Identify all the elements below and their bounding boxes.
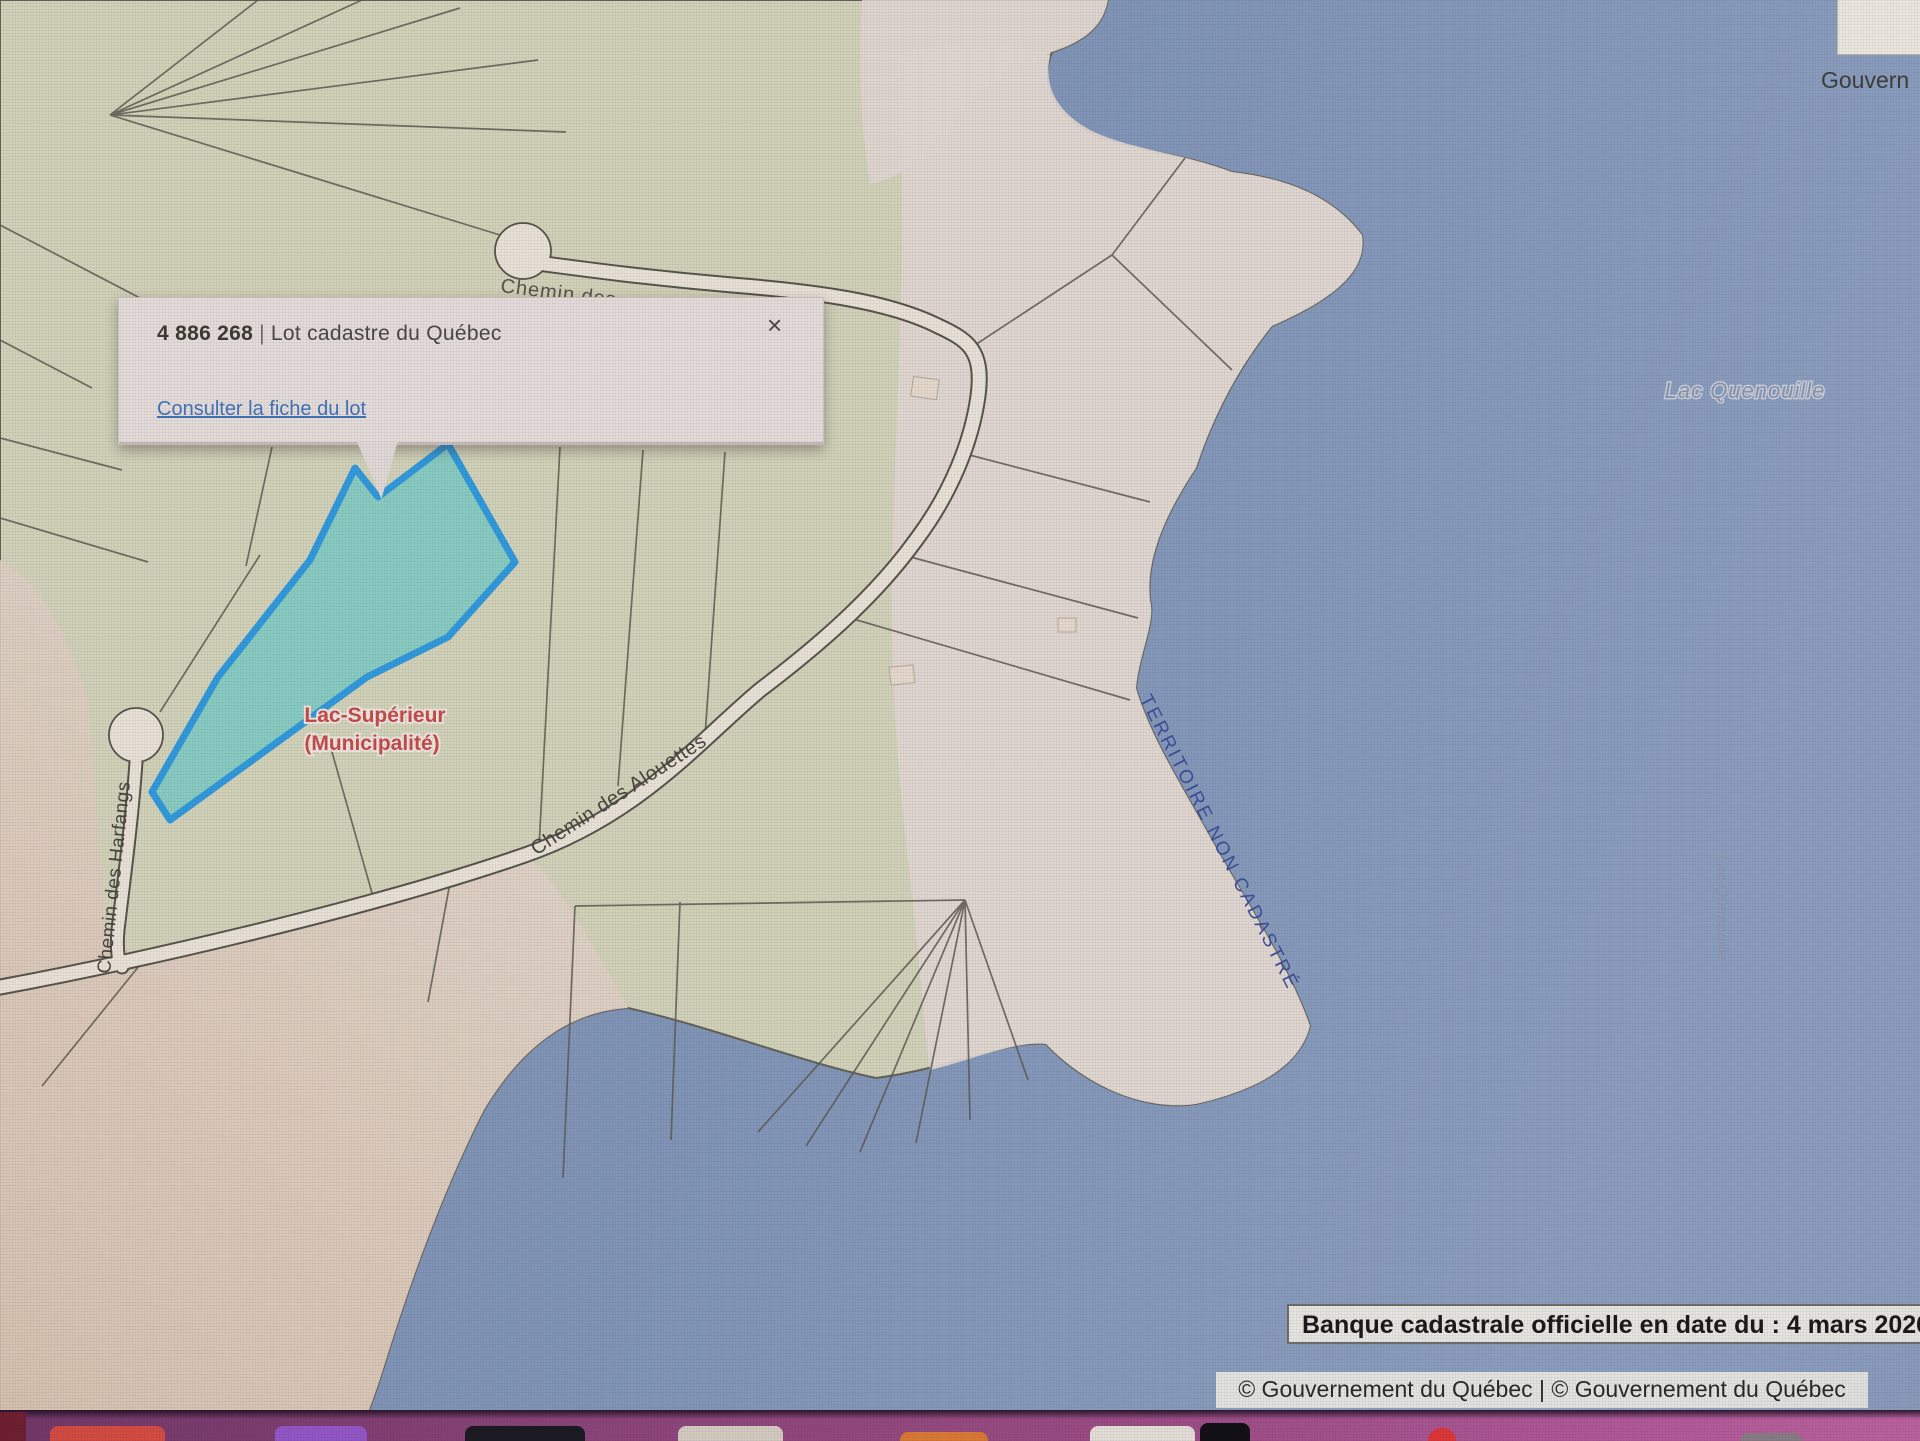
lake-label-top: Lac Quenouille [1665,378,1826,403]
dock-icon-beige[interactable] [678,1426,783,1441]
screenshot-root: Chemin des Chemin des Alouettes Chemin d… [0,0,1920,1441]
dock-icon-white[interactable] [1090,1426,1195,1441]
dock-icon-orange[interactable] [900,1432,988,1441]
dock-icon-red-dot[interactable] [1428,1428,1456,1441]
lot-number: 4 886 268 [157,322,253,345]
popup-title-text: Lot cadastre du Québec [271,322,502,345]
cadastre-date-banner: Banque cadastrale officielle en date du … [1287,1304,1920,1344]
dock-icon-purple[interactable] [275,1426,367,1441]
lot-info-popup: 4 886 268|Lot cadastre du Québec Consult… [118,297,824,445]
dock-icon-gray[interactable] [1740,1433,1802,1441]
partial-window-corner [1837,0,1920,55]
dock-icon-dark[interactable] [1200,1423,1250,1441]
cadastral-map[interactable]: Chemin des Chemin des Alouettes Chemin d… [0,0,1920,1441]
close-icon[interactable]: × [767,312,782,338]
copyright-attribution: © Gouvernement du Québec | © Gouvernemen… [1216,1372,1868,1408]
consult-lot-link[interactable]: Consulter la fiche du lot [157,398,366,421]
dock-corner-patch [0,1412,26,1441]
dock-icon-red[interactable] [50,1426,165,1441]
gouvernement-partial-text: Gouvern [1821,67,1909,94]
lake-label-side: Lac Quenouille [1713,855,1730,962]
popup-title: 4 886 268|Lot cadastre du Québec [157,322,502,346]
dock-icon-black[interactable] [465,1426,585,1441]
municipality-label-line2: (Municipalité) [304,732,439,755]
dock-bar [0,1410,1920,1441]
municipality-label-line1: Lac-Supérieur [304,704,445,727]
title-separator: | [253,322,271,345]
